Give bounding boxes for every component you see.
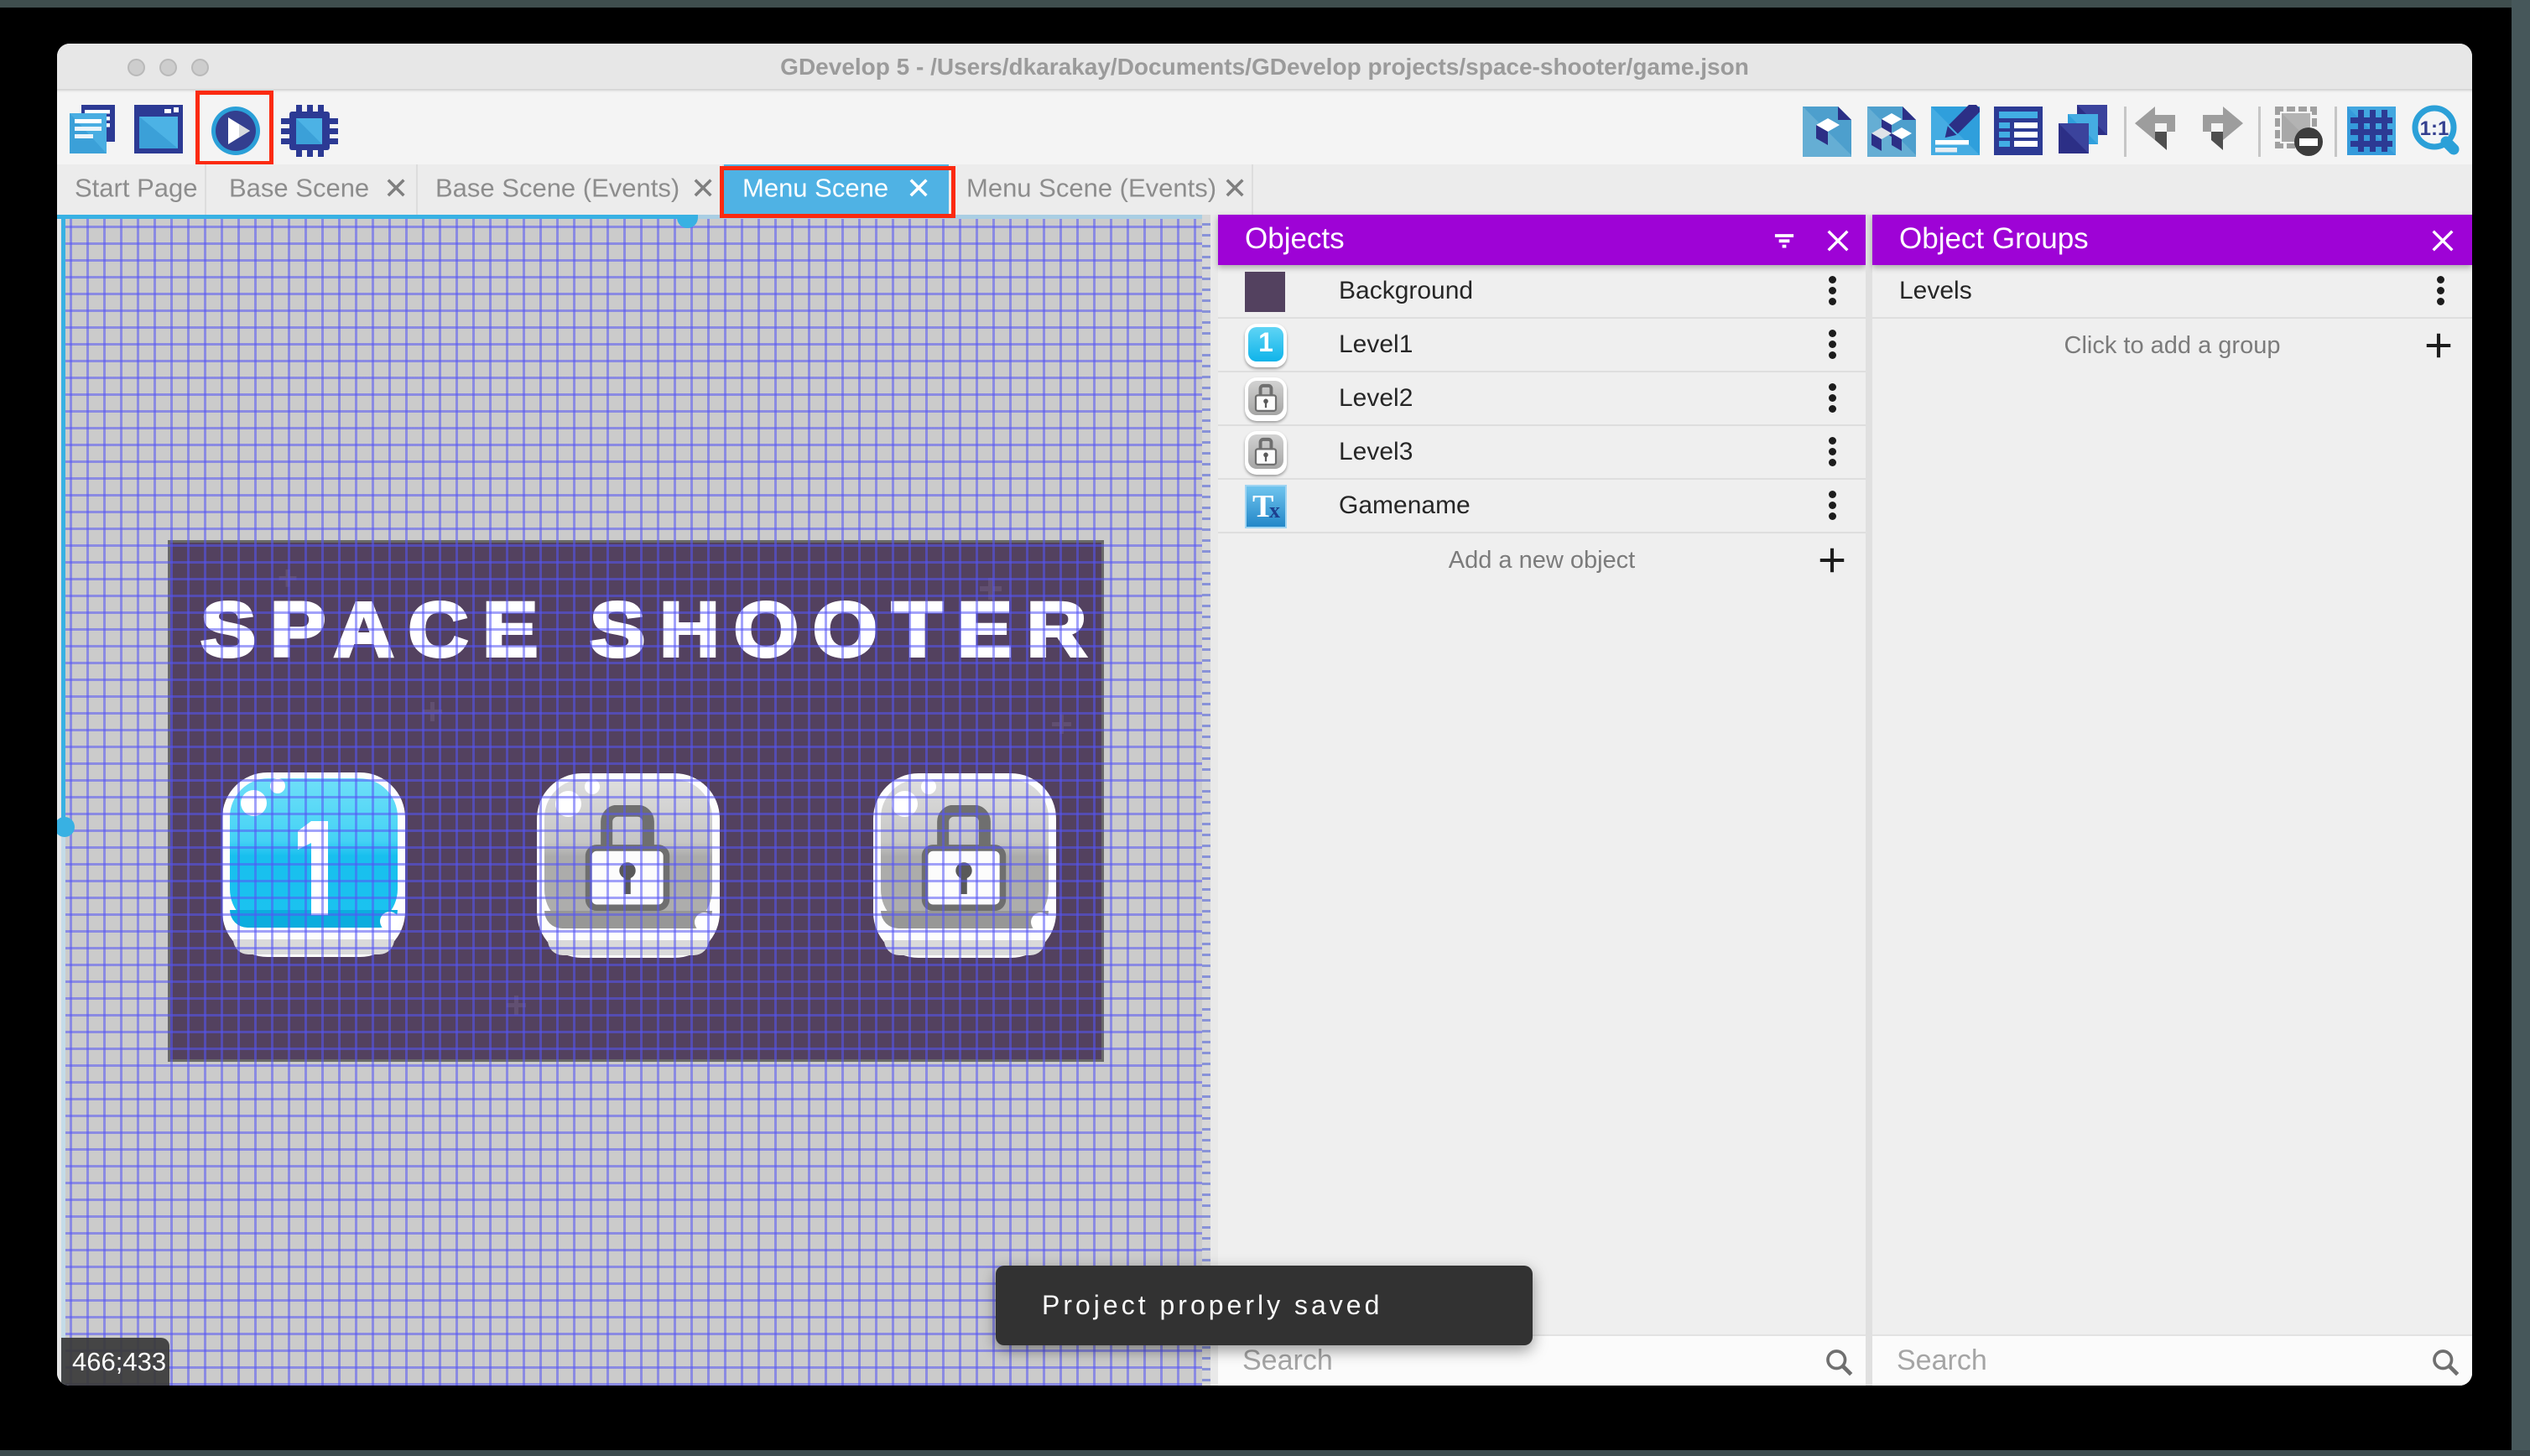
svg-text:1:1: 1:1 [2420,117,2449,140]
